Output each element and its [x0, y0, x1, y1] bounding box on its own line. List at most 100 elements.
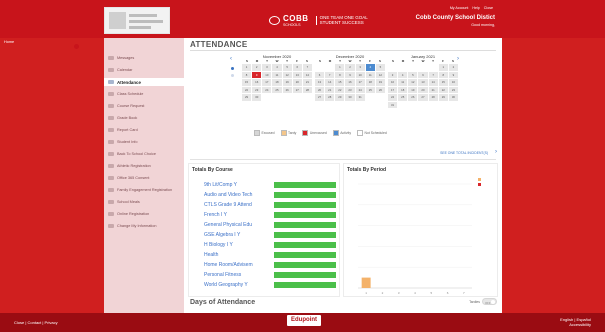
calendar-day[interactable]: 9	[345, 71, 355, 78]
calendar-day[interactable]: 28	[325, 94, 335, 101]
calendar-day[interactable]: 20	[418, 86, 428, 93]
calendar-day[interactable]: 19	[282, 79, 292, 86]
calendar-day[interactable]: 10	[262, 71, 272, 78]
calendar-day[interactable]: 14	[428, 79, 438, 86]
calendar-day[interactable]: 8	[438, 71, 448, 78]
course-name-link[interactable]: Personal Fitness	[204, 271, 273, 279]
calendar-day[interactable]: 13	[418, 79, 428, 86]
calendar-day[interactable]: 8	[335, 71, 345, 78]
calendar-day[interactable]: 24	[355, 86, 365, 93]
calendar-day[interactable]: 15	[335, 79, 345, 86]
sidebar-item-change-my-information[interactable]: Change My Information	[104, 222, 184, 230]
calendar-day[interactable]: 18	[365, 79, 375, 86]
calendar-day[interactable]: 25	[272, 86, 282, 93]
course-name-link[interactable]: CTLS Grade 9 Attend	[204, 201, 273, 209]
calendar-day[interactable]: 17	[355, 79, 365, 86]
calendar-day[interactable]: 15	[438, 79, 448, 86]
calendar-day[interactable]: 23	[345, 86, 355, 93]
calendar-day[interactable]: 11	[272, 71, 282, 78]
calendar-day[interactable]: 30	[252, 94, 262, 101]
calendar-day[interactable]: 23	[448, 86, 458, 93]
calendar-day[interactable]: 21	[325, 86, 335, 93]
calendar-day[interactable]: 10	[355, 71, 365, 78]
calendar-day[interactable]: 26	[282, 86, 292, 93]
calendar-day[interactable]: 19	[408, 86, 418, 93]
sidebar-item-office-365-consent[interactable]: Office 365 Consent	[104, 174, 184, 182]
calendar-day[interactable]: 25	[365, 86, 375, 93]
help-link[interactable]: Help	[472, 6, 479, 10]
course-name-link[interactable]: French I Y	[204, 211, 273, 219]
calendar-day[interactable]: 27	[292, 86, 302, 93]
calendar-day[interactable]: 4	[272, 64, 282, 71]
course-name-link[interactable]: GSE Algebra I Y	[204, 231, 273, 239]
calendar-day[interactable]: 26	[375, 86, 385, 93]
course-name-link[interactable]: General Physical Edu	[204, 221, 273, 229]
calendar-day[interactable]: 1	[242, 64, 252, 71]
calendar-day[interactable]: 2	[345, 64, 355, 71]
sidebar-item-grade-book[interactable]: Grade Book	[104, 114, 184, 122]
chevron-right-icon[interactable]: ›	[495, 149, 497, 155]
calendar-day[interactable]: 13	[292, 71, 302, 78]
calendar-day[interactable]: 15	[242, 79, 252, 86]
calendar-day[interactable]: 30	[345, 94, 355, 101]
calendar-day[interactable]: 17	[388, 86, 398, 93]
calendar-day[interactable]: 4	[398, 71, 408, 78]
course-name-link[interactable]: H Biology I Y	[204, 241, 273, 249]
calendar-day[interactable]: 12	[282, 71, 292, 78]
calendar-day[interactable]: 6	[418, 71, 428, 78]
calendar-day[interactable]: 14	[325, 79, 335, 86]
sidebar-home-link[interactable]: Home	[4, 40, 14, 44]
calendar-day[interactable]: 8	[242, 71, 252, 78]
student-photo-card[interactable]	[104, 7, 170, 34]
calendar-day[interactable]: 28	[302, 86, 312, 93]
accessibility-link[interactable]: Accessibility	[560, 322, 591, 327]
calendar-day[interactable]: 12	[408, 79, 418, 86]
sidebar-item-family-engagement-registration[interactable]: Family Engagement Registration	[104, 186, 184, 194]
calendar-day[interactable]: 16	[448, 79, 458, 86]
calendar-day[interactable]: 31	[355, 94, 365, 101]
calendar-day[interactable]: 2	[448, 64, 458, 71]
calendar-day[interactable]: 16	[345, 79, 355, 86]
course-name-link[interactable]: Health	[204, 251, 273, 259]
calendar-day[interactable]: 22	[335, 86, 345, 93]
calendar-day[interactable]: 11	[365, 71, 375, 78]
calendar-day[interactable]: 7	[302, 64, 312, 71]
calendar-day[interactable]: 24	[262, 86, 272, 93]
sidebar-item-school-meals[interactable]: School Meals	[104, 198, 184, 206]
see-incidents-link[interactable]: SEE ONE TOTAL INCIDENT(S)	[440, 151, 488, 155]
calendar-day[interactable]: 20	[292, 79, 302, 86]
sidebar-item-attendance[interactable]: Attendance	[104, 78, 184, 86]
calendar-day[interactable]: 29	[438, 94, 448, 101]
calendar-day[interactable]: 21	[428, 86, 438, 93]
calendar-day[interactable]: 3	[262, 64, 272, 71]
course-name-link[interactable]: Audio and Video Tech	[204, 191, 273, 199]
sidebar-item-course-request[interactable]: Course Request	[104, 102, 184, 110]
calendar-day[interactable]: 27	[315, 94, 325, 101]
calendar-day[interactable]: 9	[448, 71, 458, 78]
calendar-day[interactable]: 26	[408, 94, 418, 101]
calendar-day[interactable]: 28	[428, 94, 438, 101]
footer-links[interactable]: Close | Contact | Privacy	[14, 320, 58, 325]
calendar-day[interactable]: 19	[375, 79, 385, 86]
calendar-day[interactable]: 11	[398, 79, 408, 86]
calendar-day[interactable]: 3	[388, 71, 398, 78]
sidebar-item-back-to-school-choice[interactable]: Back To School Choice	[104, 150, 184, 158]
calendar-day[interactable]: 3	[355, 64, 365, 71]
calendar-day[interactable]: 13	[315, 79, 325, 86]
calendar-day[interactable]: 1	[335, 64, 345, 71]
calendar-day[interactable]: 12	[375, 71, 385, 78]
calendar-day[interactable]: 7	[325, 71, 335, 78]
course-name-link[interactable]: Home Room/Advisem	[204, 261, 273, 269]
calendar-day[interactable]: 18	[398, 86, 408, 93]
calendar-day[interactable]: 21	[302, 79, 312, 86]
course-name-link[interactable]: World Geography Y	[204, 281, 273, 289]
calendar-day[interactable]: 20	[315, 86, 325, 93]
calendar-day[interactable]: 7	[428, 71, 438, 78]
calendar-day[interactable]: 18	[272, 79, 282, 86]
calendar-day[interactable]: 5	[408, 71, 418, 78]
calendar-day[interactable]: 6	[315, 71, 325, 78]
calendar-day[interactable]: 5	[282, 64, 292, 71]
calendar-day[interactable]: 22	[242, 86, 252, 93]
sidebar-item-messages[interactable]: Messages	[104, 54, 184, 62]
calendar-day[interactable]: 29	[335, 94, 345, 101]
